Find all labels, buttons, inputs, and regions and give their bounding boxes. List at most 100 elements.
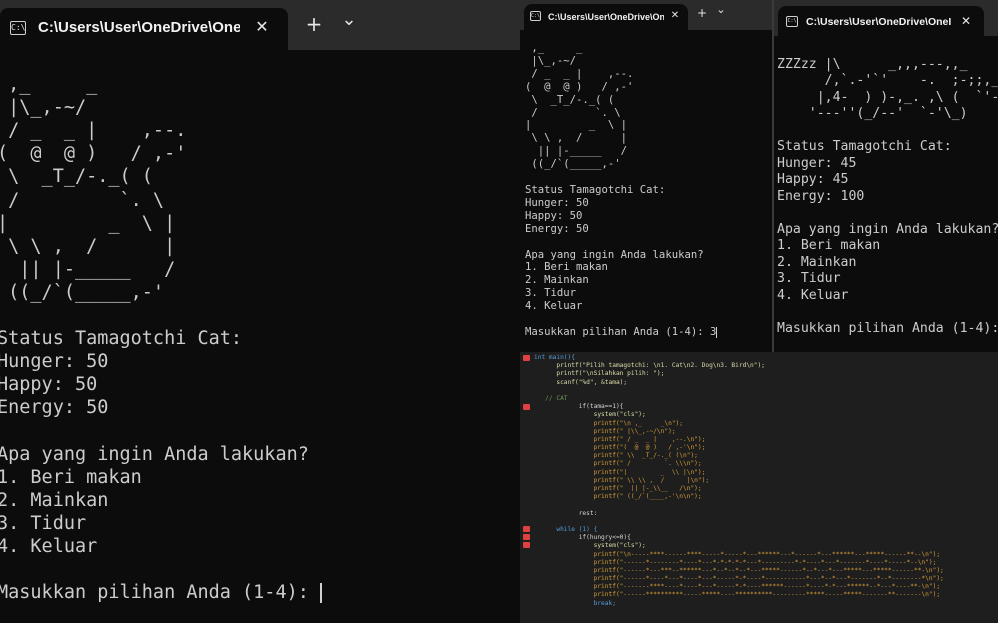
terminal-line: / `. \ — [525, 106, 621, 119]
code-line: printf("------*----*---*----*---*-----*-… — [534, 575, 944, 583]
new-tab-icon[interactable]: + — [300, 12, 328, 36]
editor-gutter — [520, 352, 532, 623]
terminal-line: / _ _ | ,--. — [0, 120, 187, 142]
terminal-line: Hunger: 45 — [777, 155, 857, 171]
fold-marker-icon[interactable] — [523, 404, 530, 410]
terminal-line: Happy: 50 — [525, 209, 583, 222]
terminal-window-right: C:\ C:\Users\User\OneDrive\OneI ✕ ZZZzz … — [774, 0, 998, 352]
code-line: printf(" \\ \\ , / |\n"); — [534, 476, 710, 484]
close-tab-icon[interactable]: ✕ — [668, 9, 682, 23]
terminal-line: Status Tamagotchi Cat: — [525, 183, 666, 196]
terminal-line: 1. Beri makan — [525, 261, 608, 274]
code-line: if(tama==1){ — [534, 403, 624, 411]
terminal-line: |\_,-~/ — [525, 54, 577, 67]
code-line: system("cls"); — [534, 542, 646, 550]
terminal-line: Masukkan pilihan Anda (1-4): — [777, 320, 998, 336]
terminal-tab[interactable]: C:\ C:\Users\User\OneDrive\OneI ✕ — [778, 6, 984, 36]
terminal-output[interactable]: ZZZzz |\ _,,,---,,_ /,`.-'`' -. ;-;;,_ |… — [777, 40, 998, 352]
terminal-output[interactable]: ,_ _ |\_,-~/ / _ _ | ,--.( @ @ ) / ,-' \… — [0, 50, 520, 623]
tab-bar: C:\ C:\Users\User\OneDrive\OneI ✕ + ⌄ — [520, 0, 773, 30]
terminal-line: 1. Beri makan — [0, 466, 142, 488]
code-line: printf("\nSilahkan pilih: "); — [534, 370, 665, 378]
code-line: scanf("%d", &tama); — [534, 378, 628, 386]
tab-bar: C:\ C:\Users\User\OneDrive\OneI ✕ — [774, 0, 998, 36]
code-line: system("cls"); — [534, 411, 646, 419]
terminal-line: 3. Tidur — [777, 271, 841, 286]
terminal-window-left: C:\ C:\Users\User\OneDrive\OneI ✕ + ⌄ ,_… — [0, 0, 520, 623]
code-line: printf("------**********-----*****----**… — [534, 591, 941, 599]
terminal-line: Apa yang ingin Anda lakukan? — [525, 248, 704, 261]
fold-marker-icon[interactable] — [523, 534, 530, 540]
terminal-line: | _ \ | — [0, 212, 176, 234]
code-line: printf(" || |-_\\__ /\n"); — [534, 485, 702, 492]
terminal-output[interactable]: ,_ _ |\_,-~/ / _ _ | ,--.( @ @ ) / ,-' \… — [525, 42, 773, 352]
code-line: printf("-------****----*----*---*-----*-… — [534, 583, 941, 591]
terminal-line: \ \ , / | — [525, 132, 628, 145]
tab-bar: C:\ C:\Users\User\OneDrive\OneI ✕ + ⌄ — [0, 0, 520, 50]
terminal-line: ,_ _ — [0, 74, 98, 96]
terminal-line: \ _T_/-._( ( — [525, 93, 615, 106]
code-line: if(hungry<=0){ — [534, 534, 631, 542]
terminal-window-middle: C:\ C:\Users\User\OneDrive\OneI ✕ + ⌄ ,_… — [520, 0, 773, 352]
code-line: printf("\n ,_ _\n"); — [534, 419, 684, 427]
terminal-line: Status Tamagotchi Cat: — [0, 328, 243, 350]
fold-marker-icon[interactable] — [523, 355, 530, 361]
code-line: printf(" ((_/`(____,-'\n\n"); — [534, 493, 702, 501]
terminal-tab[interactable]: C:\ C:\Users\User\OneDrive\OneI ✕ — [0, 8, 288, 50]
terminal-line: Masukkan pilihan Anda (1-4): 3 — [525, 325, 718, 338]
fold-marker-icon[interactable] — [523, 542, 530, 548]
code-line: printf("------*--------*----*---*-*-*-*-… — [534, 558, 937, 566]
code-editor[interactable]: int main(){ printf("Pilih tamagotchi: \n… — [520, 352, 998, 623]
terminal-line: Energy: 50 — [525, 222, 589, 235]
code-line: int main(){ — [534, 354, 575, 361]
tab-title: C:\Users\User\OneDrive\OneI — [806, 16, 952, 28]
terminal-line: Energy: 100 — [777, 188, 865, 204]
chevron-down-icon[interactable]: ⌄ — [336, 8, 362, 32]
terminal-tab[interactable]: C:\ C:\Users\User\OneDrive\OneI ✕ — [524, 4, 688, 30]
terminal-line: ZZZzz |\ _,,,---,,_ — [777, 56, 968, 72]
terminal-line: Hunger: 50 — [525, 196, 589, 209]
terminal-line: \ \ , / | — [0, 235, 176, 257]
terminal-line: 2. Mainkan — [0, 489, 109, 511]
code-line: break; — [534, 599, 616, 607]
code-line: while (1) { — [534, 525, 598, 533]
terminal-line: ((_/`(_____,-' — [525, 158, 621, 171]
code-line: printf(" / _ _ | ,--.\n"); — [534, 435, 706, 443]
close-tab-icon[interactable]: ✕ — [958, 13, 974, 29]
code-line: rest: — [534, 509, 598, 517]
terminal-line: \ _T_/-._( ( — [0, 166, 153, 188]
fold-marker-icon[interactable] — [523, 526, 530, 532]
terminal-line: ( @ @ ) / ,-' — [0, 143, 187, 165]
code-area[interactable]: int main(){ printf("Pilih tamagotchi: \n… — [534, 354, 998, 608]
terminal-line: 4. Keluar — [525, 300, 583, 313]
code-line: // CAT — [534, 394, 568, 402]
terminal-line: | _ \ | — [525, 119, 628, 132]
code-line: printf(" |\\_,-~/\n"); — [534, 427, 676, 435]
terminal-line: Status Tamagotchi Cat: — [777, 139, 952, 154]
code-line: printf(" / `. \\\n"); — [534, 460, 702, 468]
terminal-line: 2. Mainkan — [525, 274, 589, 287]
terminal-icon: C:\ — [530, 11, 541, 21]
terminal-line: 4. Keluar — [777, 287, 849, 303]
terminal-line: 3. Tidur — [0, 512, 87, 534]
terminal-line: Energy: 50 — [0, 397, 109, 419]
terminal-line: ((_/`(_____,-' — [0, 281, 165, 303]
terminal-line: |,4- ) )-,_. ,\ ( `'-' — [777, 89, 998, 105]
close-tab-icon[interactable]: ✕ — [250, 17, 274, 37]
terminal-line: Apa yang ingin Anda lakukan? — [777, 221, 998, 237]
code-line: printf("( @ @ ) / ,-'\n"); — [534, 444, 706, 452]
chevron-down-icon[interactable]: ⌄ — [714, 3, 728, 17]
terminal-line: || |-_____ / — [525, 145, 628, 158]
new-tab-icon[interactable]: + — [694, 6, 710, 20]
terminal-line: 4. Keluar — [0, 535, 98, 557]
terminal-line: ,_ _ — [525, 42, 583, 54]
